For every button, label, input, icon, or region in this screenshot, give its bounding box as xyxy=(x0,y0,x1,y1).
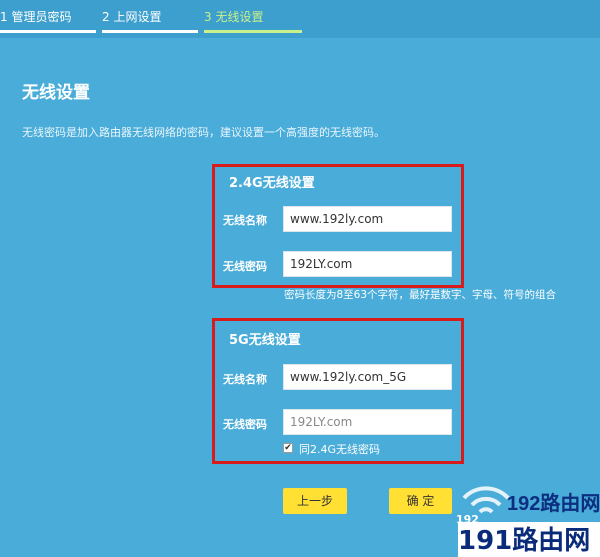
band-24g-name-input[interactable]: www.192ly.com xyxy=(283,206,452,232)
prev-button[interactable]: 上一步 xyxy=(283,488,347,514)
band-5g-title: 5G无线设置 xyxy=(229,333,301,348)
step-internet-settings-indicator xyxy=(102,30,198,33)
password-hint: 密码长度为8至63个字符，最好是数字、字母、符号的组合 xyxy=(284,289,557,301)
band-24g-title: 2.4G无线设置 xyxy=(229,176,315,191)
step-wireless-settings-indicator xyxy=(204,30,302,33)
step-admin-password[interactable]: 1 管理员密码 xyxy=(0,0,71,34)
band-24g-name-label: 无线名称 xyxy=(223,214,267,227)
band-5g-password-label: 无线密码 xyxy=(223,418,267,431)
band-5g-password-input[interactable]: 192LY.com xyxy=(283,409,452,435)
page-title: 无线设置 xyxy=(22,83,90,103)
watermark-logo-bottom: 191路由网 xyxy=(458,526,591,556)
step-admin-password-indicator xyxy=(0,30,96,33)
step-wireless-settings[interactable]: 3 无线设置 xyxy=(204,0,263,34)
band-24g-password-input[interactable]: 192LY.com xyxy=(283,251,452,277)
same-password-label: 同2.4G无线密码 xyxy=(299,443,381,456)
watermark-logo-top: 192路由网 xyxy=(507,493,600,515)
band-5g-name-input[interactable]: www.192ly.com_5G xyxy=(283,364,452,390)
band-24g-password-label: 无线密码 xyxy=(223,260,267,273)
band-5g-name-label: 无线名称 xyxy=(223,373,267,386)
same-password-checkbox[interactable]: ✔ xyxy=(283,443,293,453)
confirm-button[interactable]: 确 定 xyxy=(389,488,452,514)
page-description: 无线密码是加入路由器无线网络的密码，建议设置一个高强度的无线密码。 xyxy=(22,126,385,139)
wizard-steps-bar: 1 管理员密码 2 上网设置 3 无线设置 xyxy=(0,0,600,38)
step-internet-settings[interactable]: 2 上网设置 xyxy=(102,0,161,34)
